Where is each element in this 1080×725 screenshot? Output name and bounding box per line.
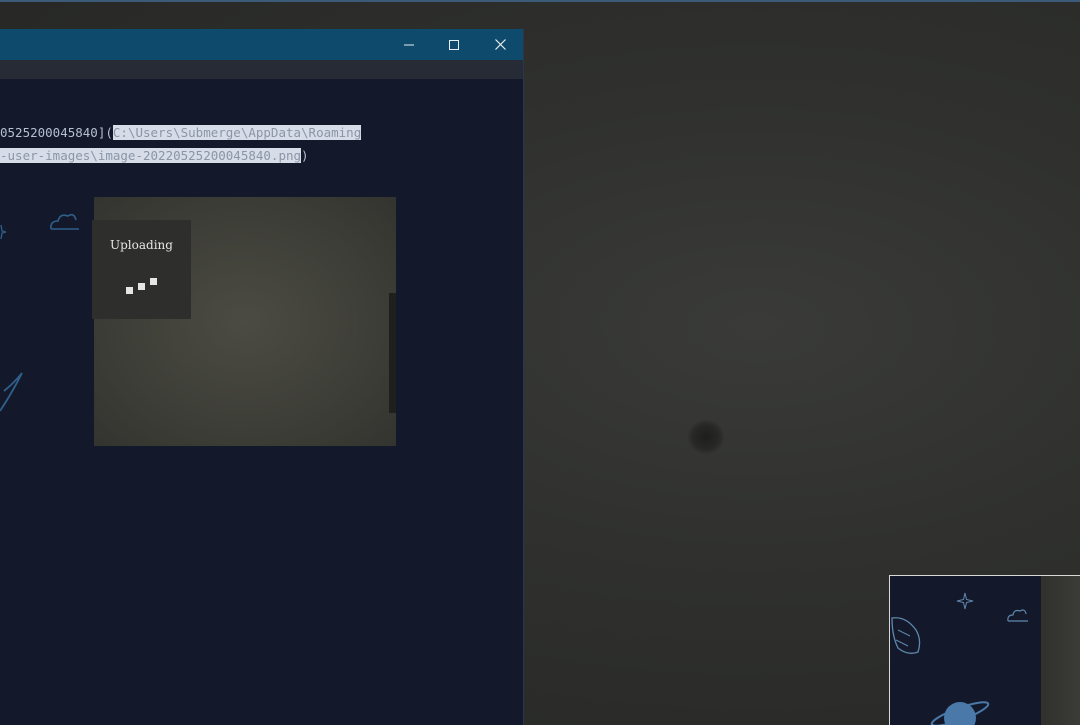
star-doodle-icon	[0, 225, 6, 239]
cloud-doodle-icon	[1007, 609, 1028, 622]
markdown-line[interactable]: -user-images\image-20220525200045840.png…	[0, 144, 309, 167]
markdown-line[interactable]: 0525200045840](C:\Users\Submerge\AppData…	[0, 121, 362, 144]
cloud-doodle-icon	[50, 213, 79, 230]
line-text: 0525200045840](	[0, 125, 113, 140]
line-text: )	[301, 148, 309, 163]
rocket-doodle-icon	[891, 617, 921, 654]
maximize-icon	[449, 39, 459, 50]
close-button[interactable]	[477, 29, 523, 60]
close-icon	[494, 39, 506, 50]
editor-content[interactable]: 0525200045840](C:\Users\Submerge\AppData…	[0, 79, 523, 725]
picture-in-picture-overlay	[889, 575, 1080, 725]
selected-text: C:\Users\Submerge\AppData\Roaming	[112, 125, 362, 140]
window-titlebar[interactable]	[0, 29, 523, 60]
rocket-doodle-icon	[0, 372, 23, 412]
image-preview-edge	[389, 293, 396, 413]
planet-doodle-icon	[930, 701, 990, 725]
minimize-icon	[404, 44, 414, 45]
maximize-button[interactable]	[431, 29, 477, 60]
star-doodle-icon	[956, 592, 974, 610]
screen-top-edge	[0, 0, 1080, 2]
uploading-overlay: Uploading	[92, 220, 191, 319]
selected-text: -user-images\image-20220525200045840.png	[0, 148, 302, 163]
pip-camera-edge	[1041, 576, 1080, 725]
uploading-label: Uploading	[110, 238, 173, 252]
editor-toolbar	[0, 60, 523, 79]
minimize-button[interactable]	[386, 29, 432, 60]
chalkboard-smudge	[688, 420, 724, 454]
editor-window: 0525200045840](C:\Users\Submerge\AppData…	[0, 29, 524, 725]
